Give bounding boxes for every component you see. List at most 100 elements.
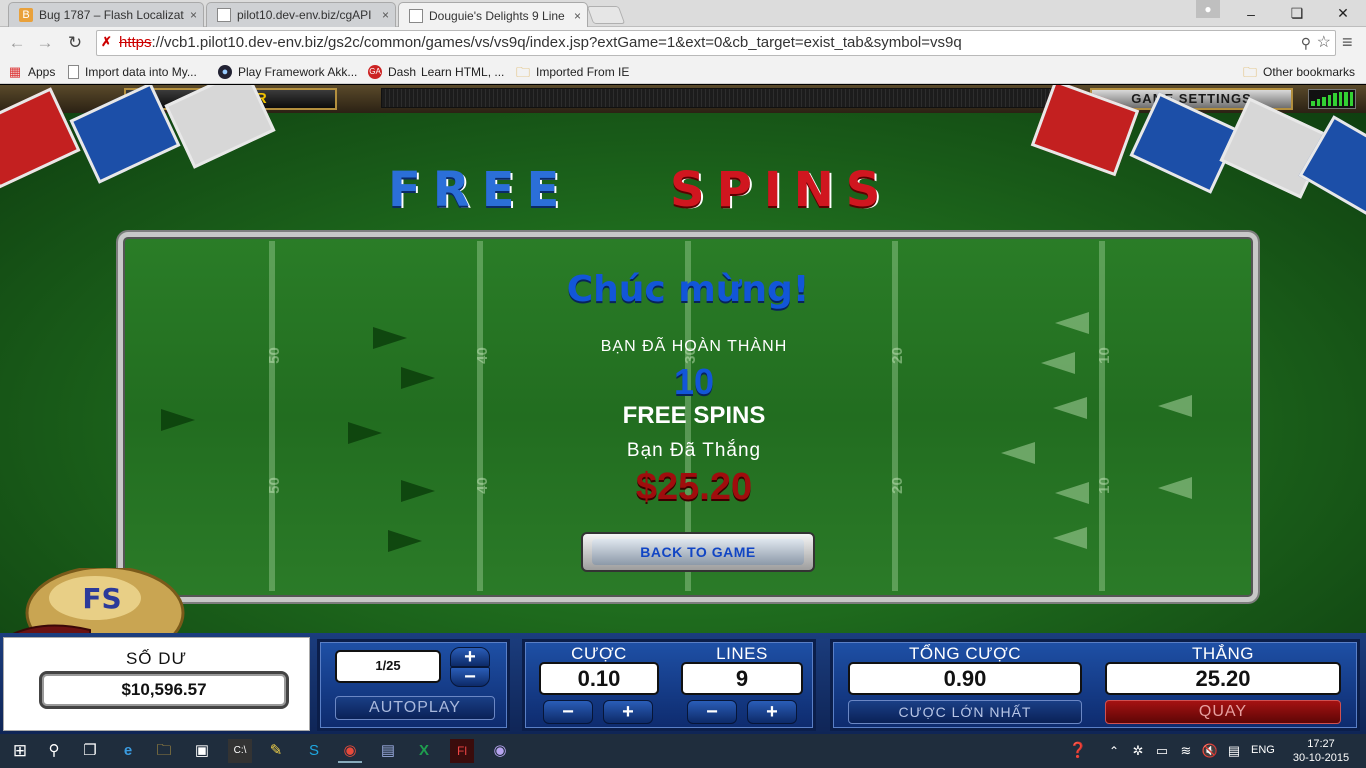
bet-minus-button[interactable]: − [543, 700, 593, 724]
back-to-game-label: BACK TO GAME [592, 539, 804, 565]
tab-title: Douguie's Delights 9 Line [429, 8, 565, 23]
congrats-heading: Chúc mừng! [566, 269, 810, 310]
bookmark-apps[interactable]: ▦ Apps [8, 63, 56, 80]
folder-icon: 🗀 [1243, 63, 1257, 80]
bet-label: CƯỢC [571, 644, 627, 663]
autoplay-count: 1/25 [335, 650, 441, 683]
free-spins-label: FREE SPINS [622, 402, 766, 429]
bet-plus-button[interactable]: + [603, 700, 653, 724]
back-to-game-button[interactable]: BACK TO GAME [581, 532, 815, 572]
bookmark-label: Other bookmarks [1263, 64, 1356, 79]
show-hidden-icons-icon[interactable]: ⌃ [1102, 739, 1126, 763]
reload-icon[interactable]: ↻ [64, 33, 86, 53]
command-prompt-icon[interactable]: C:\ [228, 739, 252, 763]
page-icon [409, 8, 423, 23]
language-indicator[interactable]: ENG [1251, 744, 1275, 756]
folder-icon: 🗀 [516, 63, 530, 80]
chrome-menu-icon[interactable]: ≡ [1342, 33, 1353, 51]
you-won-label: Bạn Đã Thắng [626, 440, 762, 461]
windows-taskbar: ⊞ ⚲ ❐ e 🗀 ▣ C:\ ✎ S ◉ ▤ X Fl ◉ ❓ ⌃ ✲ ▭ ≋… [0, 734, 1366, 768]
help-notification-icon[interactable]: ❓ [1066, 739, 1090, 763]
volume-muted-icon[interactable]: 🔇 [1198, 739, 1222, 763]
restore-icon[interactable]: ❏ [1274, 0, 1320, 27]
action-center-icon[interactable]: ▤ [1222, 739, 1246, 763]
wifi-icon[interactable]: ≋ [1174, 739, 1198, 763]
free-spin-count: 10 [673, 361, 715, 402]
url-text: ://vcb1.pilot10.dev-env.biz/gs2c/common/… [151, 34, 962, 51]
excel-icon[interactable]: X [412, 739, 436, 763]
windows-start-icon[interactable]: ⊞ [8, 739, 32, 763]
helmet-fs-text: FS [82, 582, 121, 615]
balance-panel: SỐ DƯ $10,596.57 [3, 637, 310, 731]
autoplay-button[interactable]: AUTOPLAY [335, 696, 495, 720]
notes-app-icon[interactable]: ▤ [376, 739, 400, 763]
bookmark-dash[interactable]: GA Dash [368, 63, 416, 80]
lines-plus-button[interactable]: + [747, 700, 797, 724]
tab-bug-1787[interactable]: B Bug 1787 – Flash Localizat × [8, 2, 204, 27]
back-arrow-icon[interactable]: ← [6, 33, 28, 53]
flash-icon[interactable]: Fl [450, 739, 474, 763]
file-explorer-icon[interactable]: 🗀 [152, 739, 176, 763]
spin-button[interactable]: QUAY [1105, 700, 1341, 724]
bookmark-star-icon[interactable]: ☆ [1317, 31, 1331, 55]
notepad-icon[interactable]: ✎ [264, 739, 288, 763]
game-control-bar: SỐ DƯ $10,596.57 1/25 + − AUTOPLAY CƯỢC … [0, 633, 1366, 734]
search-icon[interactable]: ⚲ [42, 739, 66, 763]
balance-value: $10,596.57 [39, 671, 289, 709]
stadium-background: FREE SPINS 50 50 40 40 30 20 20 10 10 Ch… [0, 85, 1366, 662]
autoplay-minus-button[interactable]: − [450, 667, 490, 687]
win-label: THẮNG [1192, 644, 1254, 663]
new-tab-button[interactable] [586, 6, 626, 24]
bookmark-label: Play Framework Akk... [238, 64, 358, 79]
clock-date: 30-10-2015 [1292, 752, 1350, 764]
free-spins-title-spins: SPINS [670, 162, 893, 218]
window-controls: – ❏ ✕ [1228, 0, 1366, 27]
bookmark-play-framework[interactable]: ● Play Framework Akk... [218, 63, 357, 80]
max-bet-button[interactable]: CƯỢC LỚN NHẤT [848, 700, 1082, 724]
total-bet-value: 0.90 [848, 662, 1082, 695]
bookmark-import-data[interactable]: Import data into My... [68, 63, 197, 80]
edge-browser-icon[interactable]: e [116, 739, 140, 763]
message-ticker [381, 88, 1076, 108]
clock-time: 17:27 [1307, 738, 1335, 750]
task-view-icon[interactable]: ❐ [78, 739, 102, 763]
dash-icon: GA [368, 64, 382, 79]
media-app-icon[interactable]: ◉ [488, 739, 512, 763]
autoplay-panel: 1/25 + − AUTOPLAY [317, 639, 510, 731]
network-app-icon[interactable]: ✲ [1126, 739, 1150, 763]
other-bookmarks[interactable]: 🗀 Other bookmarks [1243, 63, 1355, 80]
lines-label: LINES [716, 644, 768, 663]
win-value: 25.20 [1105, 662, 1341, 695]
battery-icon[interactable]: ▭ [1150, 739, 1174, 763]
chrome-icon[interactable]: ◉ [338, 739, 362, 763]
field-pennant [1053, 527, 1087, 549]
close-window-icon[interactable]: ✕ [1320, 0, 1366, 27]
tab-close-button[interactable]: × [382, 8, 389, 22]
bookmark-learn-html[interactable]: Learn HTML, ... [421, 63, 504, 80]
zoom-icon[interactable]: ⚲ [1301, 31, 1311, 55]
url-scheme: https [119, 34, 152, 51]
completed-text: BẠN ĐÃ HOÀN THÀNH [600, 338, 788, 355]
minimize-icon[interactable]: – [1228, 0, 1274, 27]
bookmark-label: Learn HTML, ... [421, 64, 505, 79]
system-clock[interactable]: 17:27 30-10-2015 [1290, 737, 1352, 765]
user-profile-icon[interactable]: ● [1196, 0, 1220, 18]
free-spins-title-free: FREE [388, 162, 572, 218]
bookmark-label: Import data into My... [85, 64, 197, 79]
store-icon[interactable]: ▣ [190, 739, 214, 763]
forward-arrow-icon[interactable]: → [34, 33, 56, 53]
free-spins-win-amount: $25.20 [635, 466, 753, 508]
lines-minus-button[interactable]: − [687, 700, 737, 724]
tab-cgapi[interactable]: pilot10.dev-env.biz/cgAPI × [206, 2, 396, 27]
bet-value: 0.10 [539, 662, 659, 695]
tab-close-button[interactable]: × [574, 9, 581, 23]
autoplay-plus-button[interactable]: + [450, 647, 490, 667]
tab-title: Bug 1787 – Flash Localizat [39, 8, 184, 22]
tab-close-button[interactable]: × [190, 8, 197, 22]
tab-douguies-delights[interactable]: Douguie's Delights 9 Line × [398, 2, 588, 28]
bookmarks-bar: ▦ Apps Import data into My... ● Play Fra… [0, 59, 1366, 84]
bookmark-imported-from-ie[interactable]: 🗀 Imported From IE [516, 63, 629, 80]
screen: B Bug 1787 – Flash Localizat × pilot10.d… [0, 0, 1366, 768]
url-bar[interactable]: ✗ https://vcb1.pilot10.dev-env.biz/gs2c/… [96, 30, 1336, 56]
skype-icon[interactable]: S [302, 739, 326, 763]
